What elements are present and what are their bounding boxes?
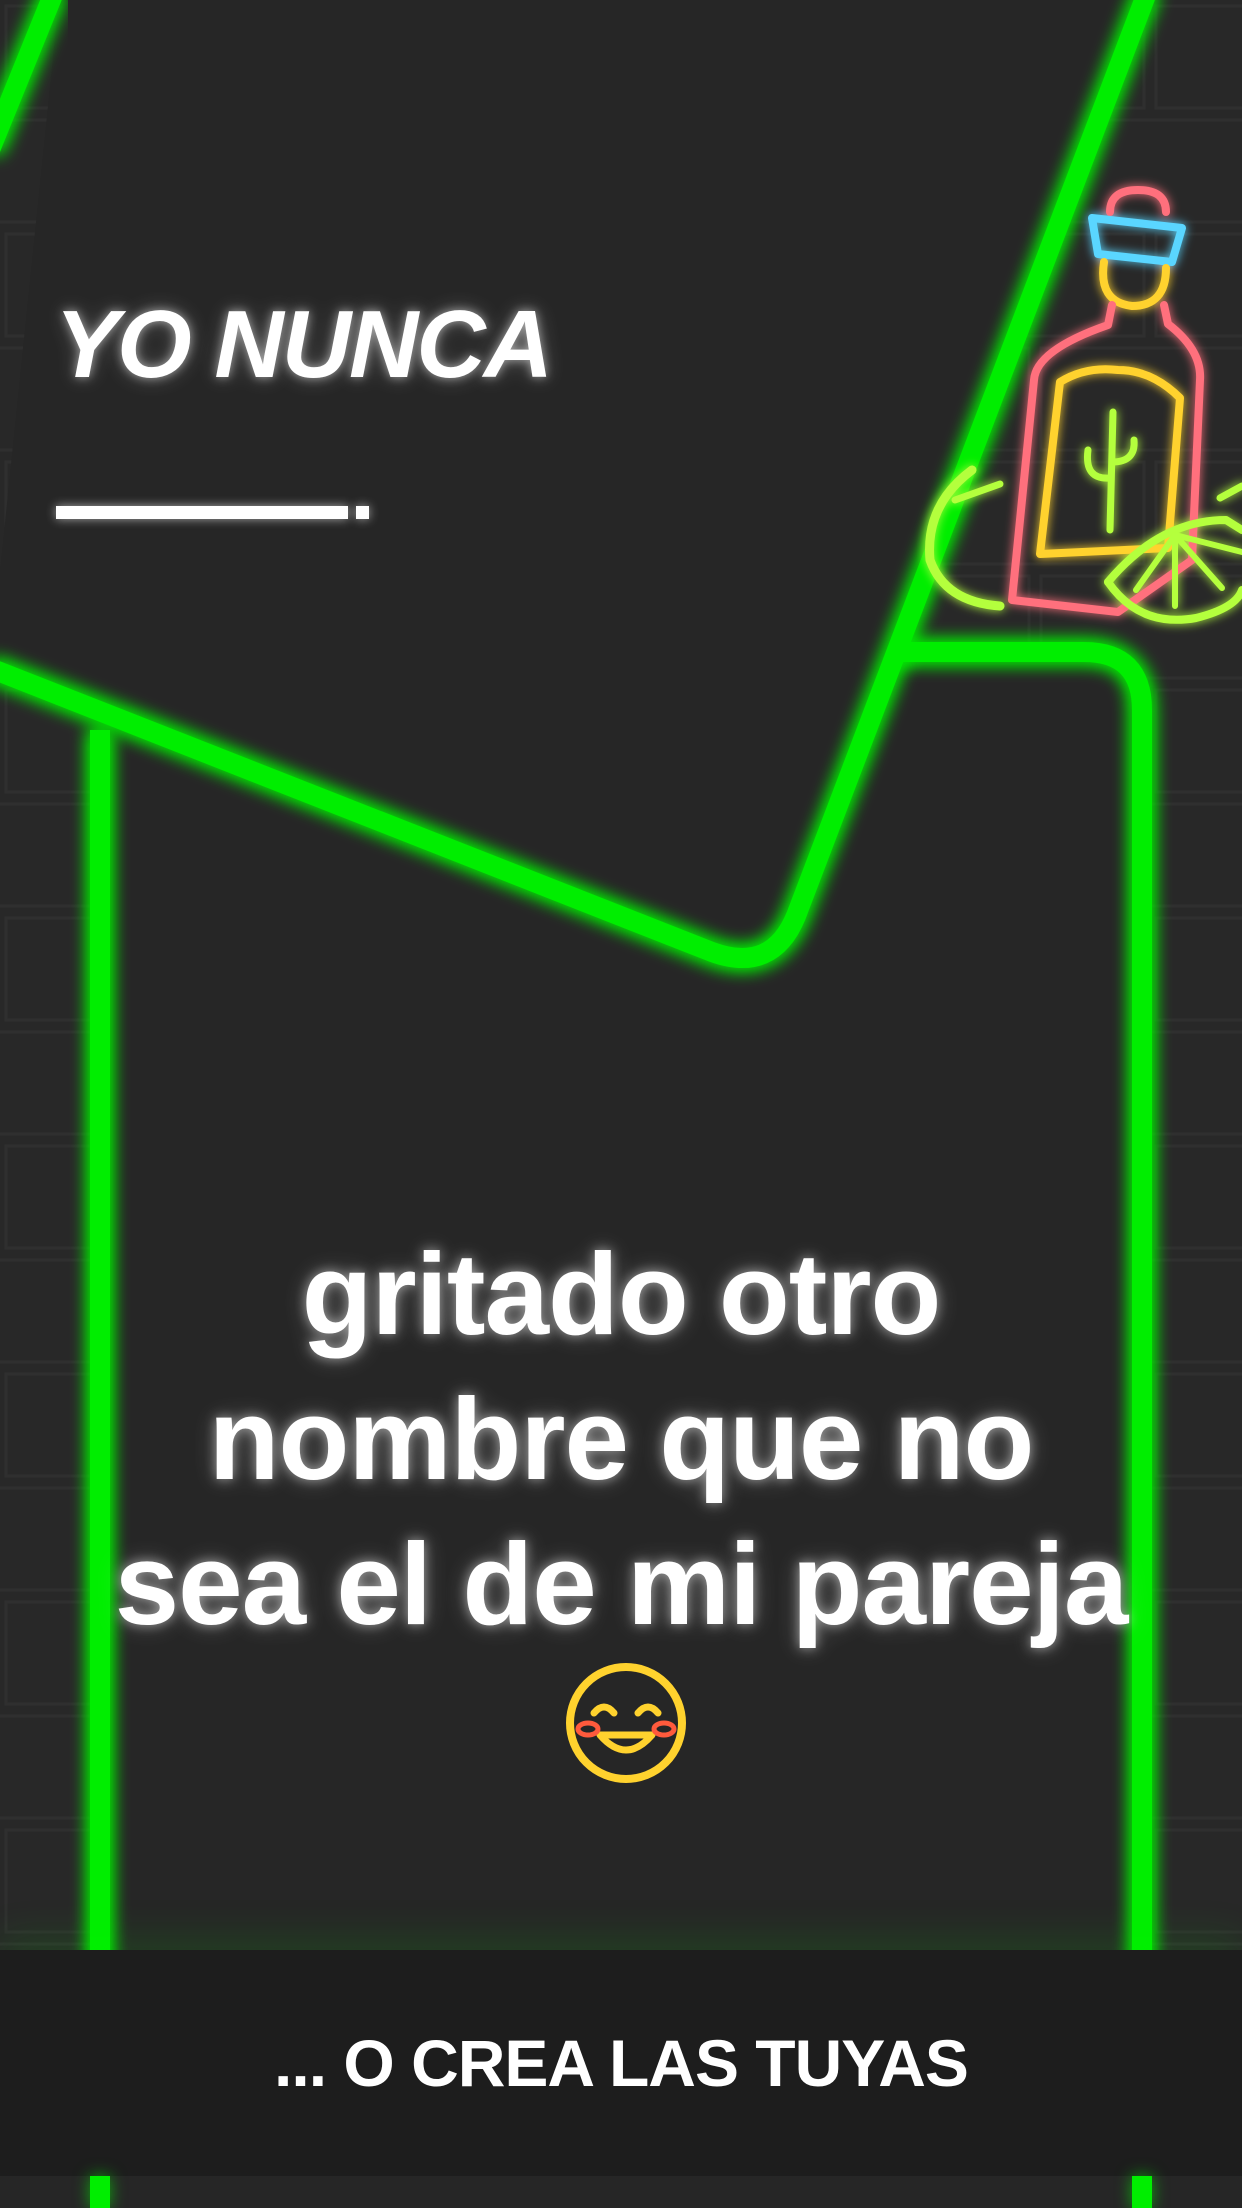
title-underline <box>56 506 348 519</box>
title-underline-dot <box>356 506 369 519</box>
app-screen: YO NUNCA gritado otro nombre que no sea … <box>0 0 1242 2208</box>
create-your-own-button[interactable]: ... O CREA LAS TUYAS <box>0 1950 1242 2176</box>
page-title: YO NUNCA <box>55 291 553 398</box>
bottom-strip <box>0 2176 1242 2208</box>
statement-label: gritado otro nombre que no sea el de mi … <box>114 1229 1129 1649</box>
frame-stub-right <box>1132 2176 1152 2208</box>
frame-stub-left <box>90 2176 110 2208</box>
smiling-face-with-blush-icon <box>566 1663 686 1783</box>
statement-text: gritado otro nombre que no sea el de mi … <box>100 1222 1142 1802</box>
create-your-own-label: ... O CREA LAS TUYAS <box>274 2026 969 2100</box>
